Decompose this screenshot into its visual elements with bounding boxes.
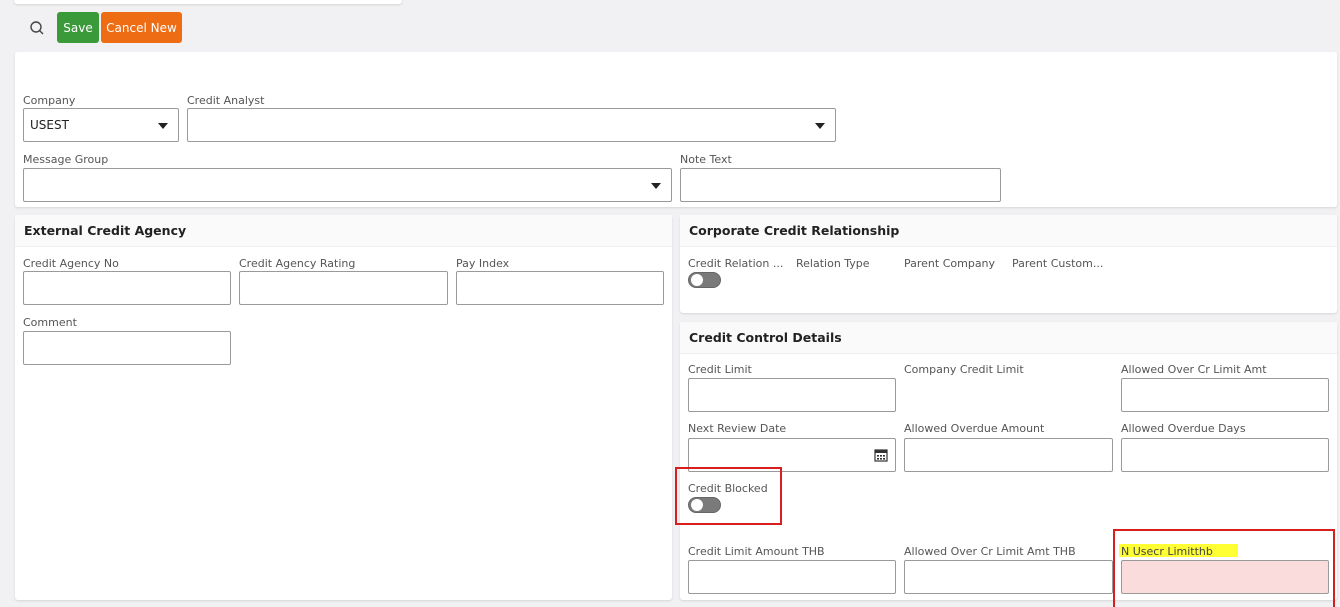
credit-agency-rating-label: Credit Agency Rating: [239, 257, 356, 270]
parent-customer-label: Parent Custom...: [1012, 257, 1104, 270]
allowed-over-cr-limit-amt-label: Allowed Over Cr Limit Amt: [1121, 363, 1267, 376]
chevron-down-icon: [815, 123, 825, 129]
message-group-select[interactable]: [23, 168, 672, 202]
credit-analyst-select[interactable]: [187, 108, 836, 142]
comment-label: Comment: [23, 316, 77, 329]
allowed-over-cr-limit-amt-input[interactable]: [1121, 378, 1329, 412]
credit-analyst-label: Credit Analyst: [187, 94, 265, 107]
general-card: Company USEST Credit Analyst Message Gro…: [15, 52, 1337, 207]
company-select[interactable]: USEST: [23, 108, 179, 142]
pay-index-input[interactable]: [456, 271, 664, 305]
cancel-new-button[interactable]: Cancel New: [101, 12, 182, 43]
card-header: External Credit Agency: [15, 215, 672, 247]
save-button[interactable]: Save: [57, 12, 99, 43]
allowed-over-cr-limit-amt-thb-label: Allowed Over Cr Limit Amt THB: [904, 545, 1076, 558]
red-annotation-box-n-usecr-limit: [1113, 529, 1335, 607]
comment-input[interactable]: [23, 331, 231, 365]
allowed-overdue-days-input[interactable]: [1121, 438, 1329, 472]
corporate-credit-relationship-card: Corporate Credit Relationship Credit Rel…: [680, 215, 1337, 313]
external-credit-agency-card: External Credit Agency Credit Agency No …: [15, 215, 672, 600]
red-annotation-box-credit-blocked: [675, 467, 782, 525]
next-review-date-label: Next Review Date: [688, 422, 787, 435]
credit-relation-toggle[interactable]: [688, 272, 721, 288]
credit-limit-amount-thb-input[interactable]: [688, 560, 896, 594]
parent-company-label: Parent Company: [904, 257, 996, 270]
credit-limit-input[interactable]: [688, 378, 896, 412]
credit-agency-no-input[interactable]: [23, 271, 231, 305]
top-header-card: [14, 0, 402, 4]
company-credit-limit-label: Company Credit Limit: [904, 363, 1024, 376]
card-header: Credit Control Details: [680, 322, 1337, 354]
external-credit-agency-title: External Credit Agency: [24, 223, 187, 238]
calendar-icon[interactable]: [874, 448, 888, 462]
relation-type-label: Relation Type: [796, 257, 870, 270]
toggle-knob: [691, 274, 703, 286]
allowed-overdue-amount-label: Allowed Overdue Amount: [904, 422, 1045, 435]
note-text-input[interactable]: [680, 168, 1001, 202]
corporate-credit-relationship-title: Corporate Credit Relationship: [689, 223, 900, 238]
credit-limit-amount-thb-label: Credit Limit Amount THB: [688, 545, 825, 558]
message-group-label: Message Group: [23, 153, 109, 166]
allowed-over-cr-limit-amt-thb-input[interactable]: [904, 560, 1113, 594]
chevron-down-icon: [651, 183, 661, 189]
search-icon: [30, 21, 44, 35]
company-label: Company: [23, 94, 76, 107]
allowed-overdue-amount-input[interactable]: [904, 438, 1113, 472]
credit-control-details-title: Credit Control Details: [689, 330, 842, 345]
credit-limit-label: Credit Limit: [688, 363, 752, 376]
credit-agency-rating-input[interactable]: [239, 271, 448, 305]
credit-agency-no-label: Credit Agency No: [23, 257, 119, 270]
company-value: USEST: [30, 118, 69, 132]
search-button[interactable]: [26, 17, 48, 39]
allowed-overdue-days-label: Allowed Overdue Days: [1121, 422, 1246, 435]
note-text-label: Note Text: [680, 153, 732, 166]
card-header: Corporate Credit Relationship: [680, 215, 1337, 247]
chevron-down-icon: [158, 123, 168, 129]
credit-relation-label: Credit Relation ...: [688, 257, 784, 270]
pay-index-label: Pay Index: [456, 257, 510, 270]
